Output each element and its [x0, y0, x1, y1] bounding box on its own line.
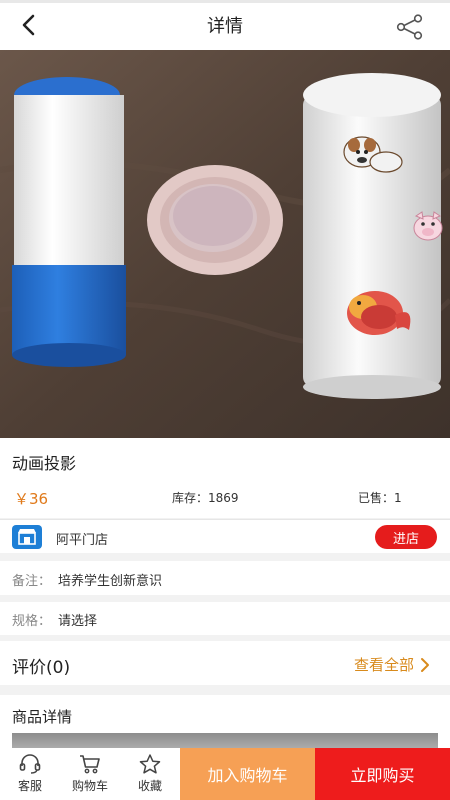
spec-row[interactable]: 规格： 请选择 [0, 602, 450, 635]
product-image[interactable] [0, 50, 450, 438]
top-bar: 详情 [0, 0, 450, 50]
chevron-left-icon [22, 14, 35, 36]
service-button[interactable]: 客服 [0, 748, 60, 800]
enter-store-button[interactable]: 进店 [375, 525, 437, 549]
spec-label: 规格： [12, 614, 52, 629]
page-title: 详情 [207, 16, 243, 37]
add-to-cart-button[interactable]: 加入购物车 [180, 748, 315, 800]
review-section: 评价(0) 查看全部 [0, 641, 450, 685]
review-title: 评价(0) [12, 658, 71, 678]
store-icon [12, 525, 42, 549]
share-button[interactable] [396, 14, 424, 40]
service-label: 客服 [17, 778, 42, 793]
store-name: 阿平门店 [56, 533, 109, 548]
store-row[interactable]: 阿平门店 进店 [0, 519, 450, 553]
sold-count: 已售：1 [358, 491, 402, 505]
bottom-action-bar: 客服 购物车 收藏 加入购物车 立即购买 [0, 748, 450, 800]
remark-value: 培养学生创新意识 [58, 574, 163, 589]
product-price: ￥36 [14, 490, 49, 508]
favorite-label: 收藏 [137, 778, 162, 793]
buy-now-button[interactable]: 立即购买 [315, 748, 450, 800]
share-icon [396, 14, 423, 40]
chevron-right-icon [421, 657, 429, 672]
view-all-reviews-link[interactable]: 查看全部 [354, 654, 430, 675]
product-detail-page: 详情 动画投影 ￥36 库存：1869 已售：1 阿平门店 进店 备注： 培养学… [0, 0, 450, 800]
product-photo [0, 50, 450, 438]
back-button[interactable] [18, 13, 42, 37]
remark-row: 备注： 培养学生创新意识 [0, 561, 450, 595]
product-info: 动画投影 ￥36 库存：1869 已售：1 [0, 438, 450, 518]
product-name: 动画投影 [12, 454, 77, 473]
headset-icon [19, 753, 41, 774]
stock-count: 库存：1869 [172, 491, 239, 505]
view-all-label: 查看全部 [353, 656, 414, 674]
cart-icon [80, 754, 100, 773]
star-icon [139, 753, 161, 774]
cart-label: 购物车 [71, 778, 108, 793]
spec-value[interactable]: 请选择 [58, 610, 97, 629]
cart-button[interactable]: 购物车 [60, 748, 120, 800]
favorite-button[interactable]: 收藏 [120, 748, 180, 800]
status-strip [0, 0, 450, 3]
remark-label: 备注： [12, 574, 52, 589]
detail-title: 商品详情 [12, 708, 73, 726]
